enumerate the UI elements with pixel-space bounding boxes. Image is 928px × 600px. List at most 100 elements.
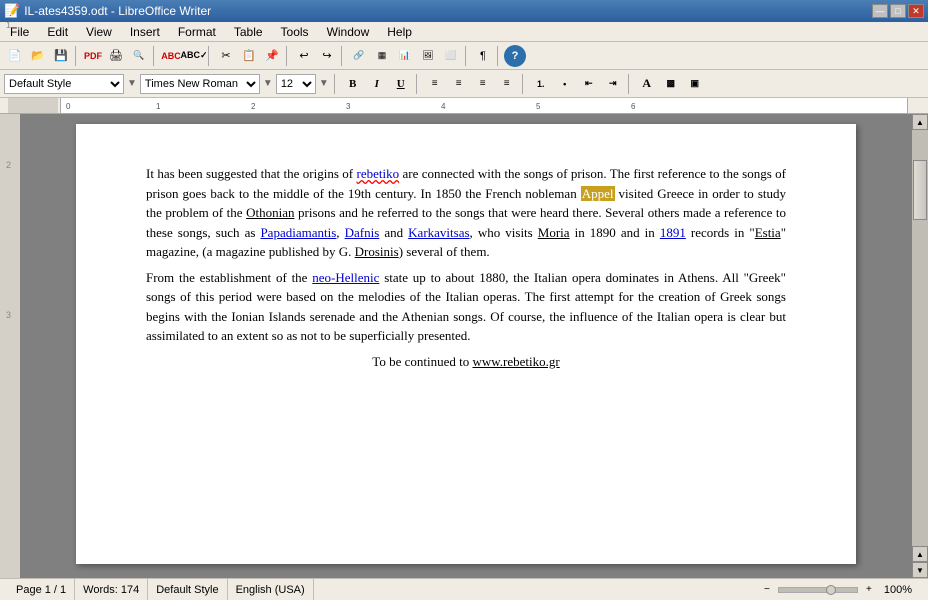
italic-button[interactable]: I bbox=[366, 73, 388, 95]
sep-fmt4 bbox=[628, 74, 632, 94]
dafnis-link[interactable]: Dafnis bbox=[345, 225, 380, 240]
page-num-2: 2 bbox=[6, 160, 11, 170]
sep4 bbox=[286, 46, 290, 66]
new-button[interactable]: 📄 bbox=[4, 45, 26, 67]
zoom-thumb[interactable] bbox=[826, 585, 836, 595]
scroll-down-bottom[interactable]: ▼ bbox=[912, 562, 928, 578]
redo-button[interactable]: ↪ bbox=[316, 45, 338, 67]
font-color-button[interactable]: A bbox=[636, 73, 658, 95]
rebetiko-link[interactable]: rebetiko bbox=[357, 166, 400, 181]
font-dropdown[interactable]: Times New Roman bbox=[140, 74, 260, 94]
website-link[interactable]: www.rebetiko.gr bbox=[472, 354, 559, 369]
othonian-link[interactable]: Othonian bbox=[246, 205, 294, 220]
print-preview-button[interactable]: 🔍 bbox=[128, 45, 150, 67]
style-name: Default Style bbox=[156, 584, 218, 596]
open-button[interactable]: 📂 bbox=[27, 45, 49, 67]
highlight-button[interactable]: ▩ bbox=[660, 73, 682, 95]
karkavitsas-link[interactable]: Karkavitsas bbox=[408, 225, 469, 240]
export-pdf-button[interactable]: PDF bbox=[82, 45, 104, 67]
papadiamantis-link[interactable]: Papadiamantis bbox=[260, 225, 336, 240]
sep5 bbox=[341, 46, 345, 66]
scroll-track[interactable] bbox=[912, 130, 928, 546]
numbering-button[interactable]: 1. bbox=[530, 73, 552, 95]
spellcheck-button[interactable]: ABC bbox=[160, 45, 182, 67]
menu-format[interactable]: Format bbox=[170, 23, 224, 41]
sep-fmt1 bbox=[334, 74, 338, 94]
scroll-thumb[interactable] bbox=[913, 160, 927, 220]
zoom-in-button[interactable]: + bbox=[862, 583, 876, 597]
show-formatting-button[interactable]: ¶ bbox=[472, 45, 494, 67]
menu-view[interactable]: View bbox=[78, 23, 120, 41]
copy-button[interactable]: 📋 bbox=[238, 45, 260, 67]
align-right-button[interactable]: ≡ bbox=[472, 73, 494, 95]
1891-link[interactable]: 1891 bbox=[660, 225, 686, 240]
font-color-A: A bbox=[642, 76, 651, 91]
words-label: Words: 174 bbox=[83, 584, 139, 596]
statusbar: Page 1 / 1 Words: 174 Default Style Engl… bbox=[0, 578, 928, 600]
paragraph-continued: To be continued to www.rebetiko.gr bbox=[146, 352, 786, 372]
neo-hellenic-link[interactable]: neo-Hellenic bbox=[312, 270, 379, 285]
zoom-area: − + 100% bbox=[752, 583, 920, 597]
appel-highlighted: Appel bbox=[581, 186, 615, 201]
scroll-down-top[interactable]: ▲ bbox=[912, 546, 928, 562]
insert-image-button[interactable]: 🖼 bbox=[417, 45, 439, 67]
moria-link[interactable]: Moria bbox=[538, 225, 570, 240]
scroll-up-button[interactable]: ▲ bbox=[912, 114, 928, 130]
sep6 bbox=[465, 46, 469, 66]
underline-button[interactable]: U bbox=[390, 73, 412, 95]
style-dropdown[interactable]: Default Style bbox=[4, 74, 124, 94]
chart-button[interactable]: 📊 bbox=[394, 45, 416, 67]
print-button[interactable]: 🖨 bbox=[105, 45, 127, 67]
close-button[interactable]: ✕ bbox=[908, 4, 924, 18]
ruler-mark-4: 4 bbox=[441, 102, 445, 111]
left-margin: 1 2 3 bbox=[0, 114, 20, 578]
autocorrect-button[interactable]: ABC✓ bbox=[183, 45, 205, 67]
save-button[interactable]: 💾 bbox=[50, 45, 72, 67]
scrollbar: ▲ ▲ ▼ bbox=[912, 114, 928, 578]
menu-insert[interactable]: Insert bbox=[122, 23, 168, 41]
zoom-level: 100% bbox=[884, 584, 912, 596]
language-label: English (USA) bbox=[236, 584, 305, 596]
ruler-mark-2: 2 bbox=[251, 102, 255, 111]
maximize-button[interactable]: □ bbox=[890, 4, 906, 18]
zoom-out-button[interactable]: − bbox=[760, 583, 774, 597]
size-dropdown[interactable]: 12 bbox=[276, 74, 316, 94]
formatting-toolbar: Default Style ▼ Times New Roman ▼ 12 ▼ B… bbox=[0, 70, 928, 98]
increase-indent-button[interactable]: ⇥ bbox=[602, 73, 624, 95]
menu-window[interactable]: Window bbox=[319, 23, 378, 41]
ruler-mark-0: 0 bbox=[66, 102, 70, 111]
insert-frame-button[interactable]: ⬜ bbox=[440, 45, 462, 67]
table-button[interactable]: ▦ bbox=[371, 45, 393, 67]
hyperlink-button[interactable]: 🔗 bbox=[348, 45, 370, 67]
sep1 bbox=[75, 46, 79, 66]
cut-button[interactable]: ✂ bbox=[215, 45, 237, 67]
menu-help[interactable]: Help bbox=[379, 23, 420, 41]
bold-button[interactable]: B bbox=[342, 73, 364, 95]
justify-button[interactable]: ≡ bbox=[496, 73, 518, 95]
minimize-button[interactable]: — bbox=[872, 4, 888, 18]
language-status: English (USA) bbox=[228, 579, 314, 600]
size-arrow: ▼ bbox=[319, 78, 329, 89]
menu-edit[interactable]: Edit bbox=[39, 23, 76, 41]
page-status: Page 1 / 1 bbox=[8, 579, 75, 600]
help-button[interactable]: ? bbox=[504, 45, 526, 67]
zoom-slider[interactable] bbox=[778, 587, 858, 593]
undo-button[interactable]: ↩ bbox=[293, 45, 315, 67]
drosinis-link[interactable]: Drosinis bbox=[355, 244, 399, 259]
menu-tools[interactable]: Tools bbox=[273, 23, 317, 41]
align-center-button[interactable]: ≡ bbox=[448, 73, 470, 95]
bullets-button[interactable]: • bbox=[554, 73, 576, 95]
page[interactable]: It has been suggested that the origins o… bbox=[76, 124, 856, 564]
decrease-indent-button[interactable]: ⇤ bbox=[578, 73, 600, 95]
app-icon: 📝 bbox=[4, 3, 20, 19]
ruler-mark-3: 3 bbox=[346, 102, 350, 111]
page-count: Page 1 / 1 bbox=[16, 584, 66, 596]
character-highlight-button[interactable]: ▣ bbox=[684, 73, 706, 95]
align-left-button[interactable]: ≡ bbox=[424, 73, 446, 95]
menu-table[interactable]: Table bbox=[226, 23, 271, 41]
ruler-mark-6: 6 bbox=[631, 102, 635, 111]
paste-button[interactable]: 📌 bbox=[261, 45, 283, 67]
font-arrow: ▼ bbox=[263, 78, 273, 89]
estia-link[interactable]: Estia bbox=[755, 225, 781, 240]
style-status: Default Style bbox=[148, 579, 227, 600]
